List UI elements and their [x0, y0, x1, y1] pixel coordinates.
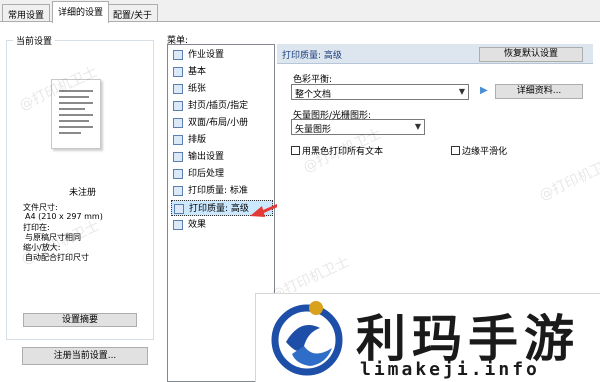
registration-status: 未注册 [69, 188, 97, 198]
edge-smoothing-checkbox[interactable]: 边缘平滑化 [451, 144, 507, 157]
imposition-icon [173, 135, 183, 145]
output-icon [173, 152, 183, 162]
checkbox-box [291, 146, 300, 155]
tab-detailed-settings[interactable]: 详细的设置 [52, 1, 110, 23]
effects-icon [173, 220, 183, 230]
menu-item-cover-insert[interactable]: 封页/插页/指定 [171, 98, 273, 114]
brand-url: limakeji.info [360, 359, 540, 380]
brand-logo-icon [271, 301, 343, 376]
duplex-icon [173, 118, 183, 128]
tab-config-about[interactable]: 配置/关于 [107, 4, 159, 22]
play-arrow-icon: ▶ [480, 85, 488, 96]
color-balance-select[interactable]: 整个文档 ▼ [291, 84, 469, 100]
menu-item-output-settings[interactable]: 输出设置 [171, 149, 273, 165]
quality-standard-icon [173, 186, 183, 196]
job-settings-icon [173, 50, 183, 60]
menu-item-paper[interactable]: 纸张 [171, 81, 273, 97]
menu-item-job-settings[interactable]: 作业设置 [171, 47, 273, 63]
checkbox-box [451, 146, 460, 155]
menu-item-duplex-layout[interactable]: 双面/布局/小册 [171, 115, 273, 131]
paper-icon [173, 84, 183, 94]
menu-item-finishing[interactable]: 印后处理 [171, 166, 273, 182]
details-button[interactable]: 详细资料... [495, 84, 583, 99]
register-current-settings-button[interactable]: 注册当前设置... [22, 347, 148, 365]
quality-advanced-icon [174, 204, 184, 214]
finishing-icon [173, 169, 183, 179]
current-settings-title: 当前设置 [13, 34, 56, 47]
restore-defaults-button[interactable]: 恢复默认设置 [479, 47, 583, 62]
tab-strip: 常用设置 详细的设置 配置/关于 [0, 0, 600, 23]
tab-common-settings[interactable]: 常用设置 [2, 4, 51, 22]
chevron-down-icon: ▼ [458, 87, 465, 96]
basic-icon [173, 67, 183, 77]
menu-item-imposition[interactable]: 排版 [171, 132, 273, 148]
brand-overlay: 利玛手游 limakeji.info [255, 293, 600, 382]
cover-icon [173, 101, 183, 111]
menu-item-basic[interactable]: 基本 [171, 64, 273, 80]
panel-title: 打印质量: 高级 [282, 51, 342, 61]
chevron-down-icon: ▼ [414, 122, 421, 131]
settings-summary-button[interactable]: 设置摘要 [23, 313, 137, 327]
